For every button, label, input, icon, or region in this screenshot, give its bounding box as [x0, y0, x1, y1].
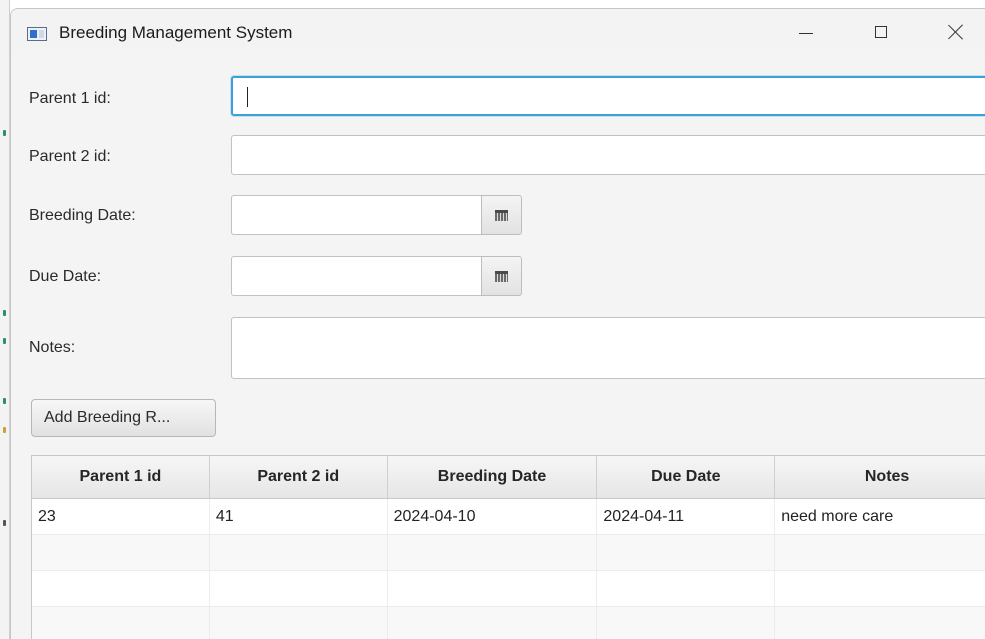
breeding-date-calendar-button[interactable]	[481, 195, 522, 235]
add-breeding-record-button[interactable]: Add Breeding R...	[31, 399, 216, 437]
table-cell	[32, 535, 210, 570]
editor-marker	[3, 427, 6, 433]
table-row[interactable]	[32, 607, 985, 639]
close-icon	[948, 24, 964, 40]
notes-input[interactable]	[231, 317, 985, 379]
window-title: Breeding Management System	[59, 23, 293, 42]
table-cell	[775, 535, 985, 570]
editor-marker	[3, 520, 6, 526]
table-cell: need more care	[775, 499, 985, 534]
table-cell: 2024-04-10	[388, 499, 598, 534]
parent2-label: Parent 2 id:	[29, 148, 111, 165]
table-cell	[597, 535, 776, 570]
parent1-input[interactable]	[231, 76, 985, 116]
breeding-date-picker	[231, 195, 522, 235]
table-cell: 23	[32, 499, 210, 534]
app-window-icon	[27, 27, 47, 41]
table-cell	[597, 607, 776, 639]
table-cell	[210, 607, 388, 639]
breeding-date-input[interactable]	[231, 195, 481, 235]
table-cell	[210, 535, 388, 570]
editor-marker	[3, 398, 6, 404]
calendar-icon	[495, 270, 508, 282]
table-cell	[388, 607, 598, 639]
table-cell: 41	[210, 499, 388, 534]
table-row[interactable]: 23 41 2024-04-10 2024-04-11 need more ca…	[32, 499, 985, 535]
background-window-edge	[0, 0, 10, 639]
title-bar[interactable]: Breeding Management System	[11, 9, 985, 55]
table-cell	[597, 571, 776, 606]
breeding-table: Parent 1 id Parent 2 id Breeding Date Du…	[31, 455, 985, 639]
calendar-icon	[495, 209, 508, 221]
column-header-parent2[interactable]: Parent 2 id	[210, 456, 388, 498]
due-date-label: Due Date:	[29, 268, 102, 285]
table-cell	[32, 571, 210, 606]
table-row[interactable]	[32, 571, 985, 607]
table-cell	[388, 535, 598, 570]
due-date-input[interactable]	[231, 256, 481, 296]
table-cell	[32, 607, 210, 639]
parent1-label: Parent 1 id:	[29, 90, 111, 107]
table-header: Parent 1 id Parent 2 id Breeding Date Du…	[32, 456, 985, 499]
column-header-due-date[interactable]: Due Date	[597, 456, 776, 498]
breeding-date-label: Breeding Date:	[29, 207, 136, 224]
editor-marker	[3, 338, 6, 344]
screen: Breeding Management System Parent 1 id: …	[0, 0, 985, 639]
table-row[interactable]	[32, 535, 985, 571]
minimize-button[interactable]	[781, 9, 831, 55]
table-cell	[775, 607, 985, 639]
app-window: Breeding Management System Parent 1 id: …	[10, 8, 985, 639]
table-cell	[210, 571, 388, 606]
column-header-breeding-date[interactable]: Breeding Date	[388, 456, 598, 498]
notes-label: Notes:	[29, 339, 76, 356]
text-caret	[247, 87, 248, 107]
maximize-icon	[875, 26, 887, 38]
table-cell: 2024-04-11	[597, 499, 776, 534]
editor-marker	[3, 310, 6, 316]
due-date-calendar-button[interactable]	[481, 256, 522, 296]
close-button[interactable]	[931, 9, 981, 55]
table-cell	[388, 571, 598, 606]
maximize-button[interactable]	[856, 9, 906, 55]
editor-marker	[3, 130, 6, 136]
column-header-notes[interactable]: Notes	[775, 456, 985, 498]
column-header-parent1[interactable]: Parent 1 id	[32, 456, 210, 498]
due-date-picker	[231, 256, 522, 296]
table-cell	[775, 571, 985, 606]
minimize-icon	[799, 32, 813, 34]
parent2-input[interactable]	[231, 135, 985, 175]
